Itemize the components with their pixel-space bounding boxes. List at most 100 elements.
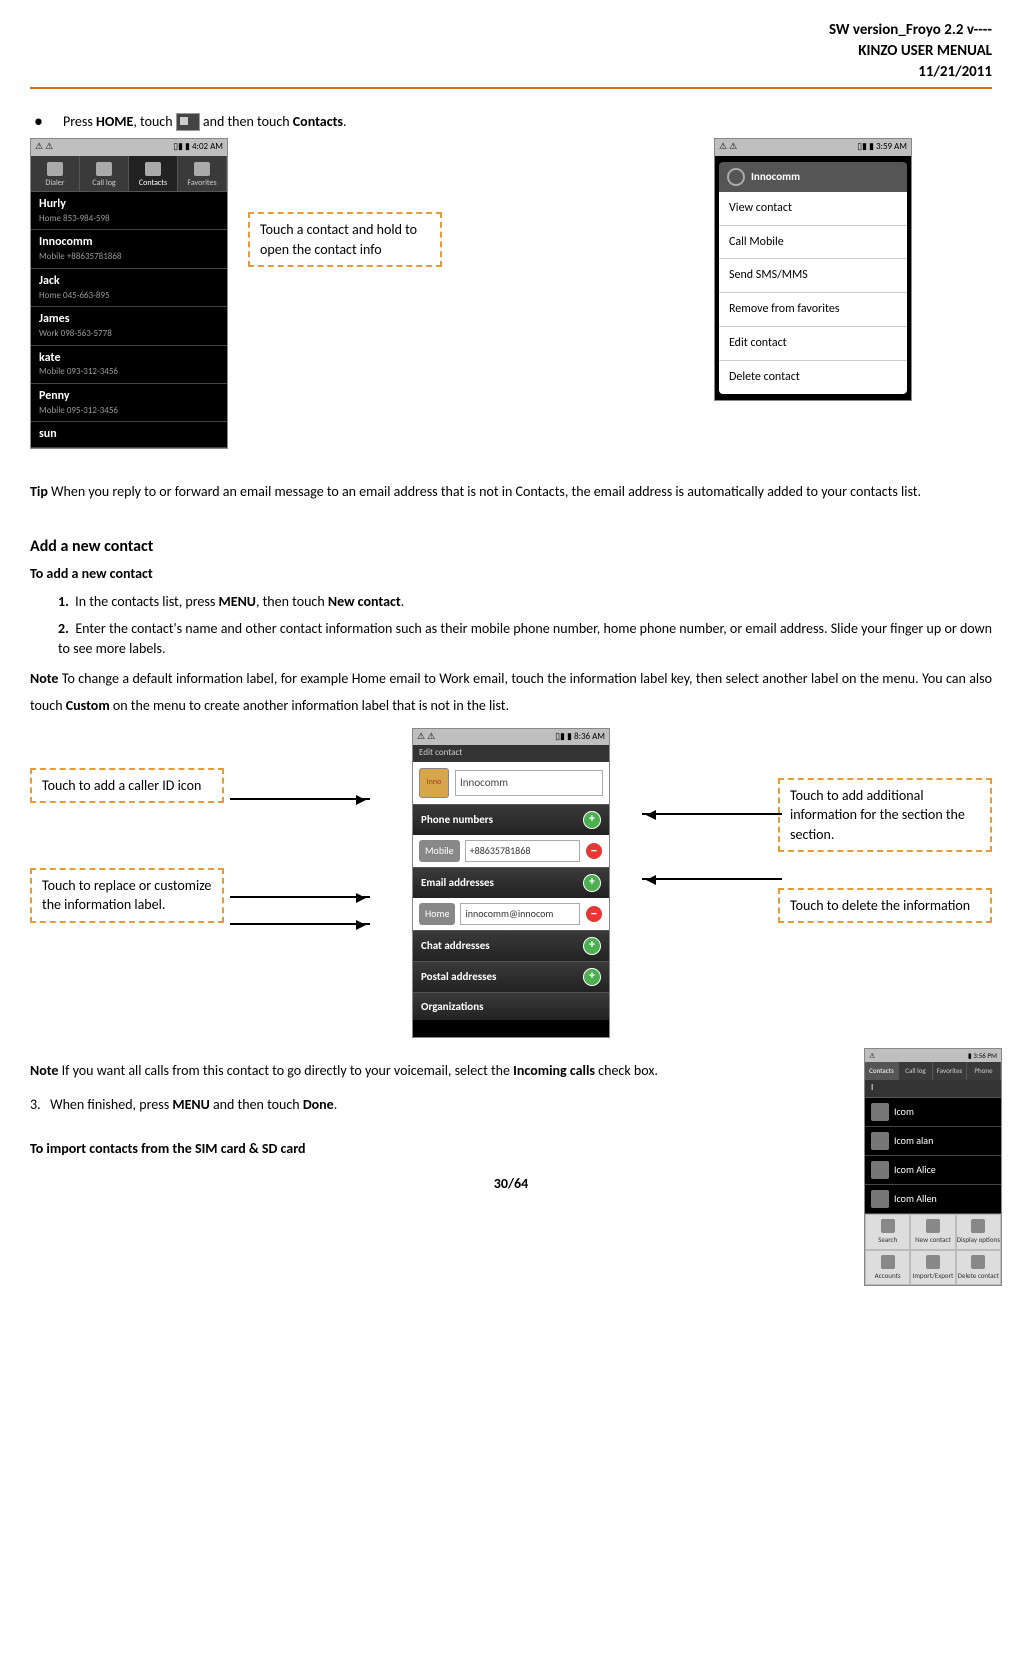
menu-accounts[interactable]: Accounts [865,1250,910,1286]
avatar-icon[interactable]: inno [419,768,449,798]
arrow [642,878,782,880]
menu-view-contact[interactable]: View contact [719,192,907,226]
menu-display-options[interactable]: Display options [956,1214,1001,1250]
tab-phone[interactable]: Phone [967,1062,1001,1080]
avatar-icon [871,1132,889,1150]
add-icon[interactable]: + [583,811,601,829]
contact-item[interactable]: sun [31,422,227,448]
step-3: 3. When finished, press MENU and then to… [30,1092,832,1119]
add-icon[interactable]: + [583,937,601,955]
battery-icon: ▮ [567,731,572,744]
header-line2: KINZO USER MENUAL [858,42,992,60]
menu-remove-favorites[interactable]: Remove from favorites [719,293,907,327]
display-icon [971,1219,985,1233]
signal-icon: ▮ [968,1051,972,1060]
step-2: 2. Enter the contact's name and other co… [54,619,992,658]
contacts-icon [145,162,161,176]
note-label: Note [30,1062,58,1079]
contact-item[interactable]: JackHome 045-663-895 [31,269,227,307]
contacts-label: Contacts [293,113,343,130]
tab-call-log[interactable]: Call log [80,156,129,191]
list-item[interactable]: Icom Allen [865,1185,1001,1214]
email-section: Email addresses+ [413,867,609,898]
steps-list: 1. In the contacts list, press MENU, the… [30,592,992,659]
arrow [230,896,370,898]
tab-dialer[interactable]: Dialer [31,156,80,191]
callout-add-info: Touch to add additional information for … [778,778,992,853]
callout-delete-info: Touch to delete the information [778,888,992,924]
contact-item[interactable]: PennyMobile 095-312-3456 [31,384,227,422]
tab-favorites[interactable]: Favorites [178,156,227,191]
status-bar: ⚠⚠ ▯▮▮3:59 AM [715,139,911,156]
tab-call-log[interactable]: Call log [899,1062,933,1080]
contact-item[interactable]: JamesWork 098-563-5778 [31,307,227,345]
alert-icon: ⚠ [729,141,737,154]
status-bar: ⚠⚠ ▯▮▮8:36 AM [413,729,609,746]
tab-favorites[interactable]: Favorites [933,1062,967,1080]
signal-icon: ▯▮ [555,731,565,744]
import-heading: To import contacts from the SIM card & S… [30,1139,992,1159]
call-log-icon [96,162,112,176]
callout-caller-id: Touch to add a caller ID icon [30,768,224,804]
alert-icon: ⚠ [417,731,425,744]
page-header: SW version_Froyo 2.2 v---- KINZO USER ME… [30,20,992,89]
add-icon[interactable]: + [583,874,601,892]
tip-label: Tip [30,483,48,500]
contacts-list: HurlyHome 853-984-598 InnocommMobile +88… [31,192,227,448]
contact-item[interactable]: InnocommMobile +88635781868 [31,230,227,268]
name-input[interactable]: Innocomm [455,770,603,795]
list-item[interactable]: Icom Alice [865,1156,1001,1185]
menu-delete-contact[interactable]: Delete contact [956,1250,1001,1286]
bullet-dot: • [34,109,43,134]
phone-row: Mobile +88635781868 − [413,835,609,867]
remove-icon[interactable]: − [585,842,603,860]
list-item[interactable]: Icom [865,1098,1001,1127]
dialer-icon [47,162,63,176]
section-letter: I [865,1080,1001,1098]
menu-delete-contact[interactable]: Delete contact [719,361,907,394]
header-line1: SW version_Froyo 2.2 v---- [829,21,992,39]
menu-call-mobile[interactable]: Call Mobile [719,226,907,260]
signal-icon: ▯▮ [857,141,867,154]
alert-icon: ⚠ [719,141,727,154]
clock-time: 8:36 AM [574,731,605,744]
menu-import-export[interactable]: Import/Export [910,1250,955,1286]
menu-label: MENU [219,593,256,610]
battery-icon: ▮ [185,141,190,154]
remove-icon[interactable]: − [585,905,603,923]
avatar-icon [871,1103,889,1121]
status-bar: ⚠⚠ ▯▮▮4:02 AM [31,139,227,156]
tab-row: Contacts Call log Favorites Phone [865,1062,1001,1080]
postal-section: Postal addresses+ [413,961,609,992]
contact-item[interactable]: HurlyHome 853-984-598 [31,192,227,230]
intro-bullet: • Press HOME, touch and then touch Conta… [30,109,992,134]
header-line3: 11/21/2011 [918,63,992,81]
alert-icon: ⚠ [869,1051,875,1061]
callout-replace-label: Touch to replace or customize the inform… [30,868,224,923]
edit-contact-diagram: Touch to add a caller ID icon Touch to r… [30,728,992,1038]
context-menu-title: Innocomm [719,162,907,192]
email-value-input[interactable]: innocomm@innocom [460,903,580,925]
chat-section: Chat addresses+ [413,930,609,961]
add-contact-subheading: To add a new contact [30,564,992,584]
add-icon[interactable]: + [583,968,601,986]
phone-label-btn[interactable]: Mobile [419,840,460,862]
menu-send-sms[interactable]: Send SMS/MMS [719,259,907,293]
context-menu-screenshot: ⚠⚠ ▯▮▮3:59 AM Innocomm View contact Call… [714,138,912,400]
edit-contact-screenshot: ⚠⚠ ▯▮▮8:36 AM Edit contact inno Innocomm… [412,728,610,1038]
alert-icon: ⚠ [35,141,43,154]
tab-contacts[interactable]: Contacts [865,1062,899,1080]
list-item[interactable]: Icom alan [865,1127,1001,1156]
options-menu: Search New contact Display options Accou… [865,1214,1001,1286]
arrow [230,923,370,925]
tab-contacts[interactable]: Contacts [129,156,178,191]
contact-item[interactable]: kateMobile 093-312-3456 [31,346,227,384]
email-label-btn[interactable]: Home [419,903,455,925]
phone-value-input[interactable]: +88635781868 [465,840,580,862]
menu-search[interactable]: Search [865,1214,910,1250]
edit-title: Edit contact [413,745,609,762]
clock-time: 4:02 AM [192,141,223,154]
menu-edit-contact[interactable]: Edit contact [719,327,907,361]
incoming-calls-label: Incoming calls [513,1062,595,1079]
menu-new-contact[interactable]: New contact [910,1214,955,1250]
